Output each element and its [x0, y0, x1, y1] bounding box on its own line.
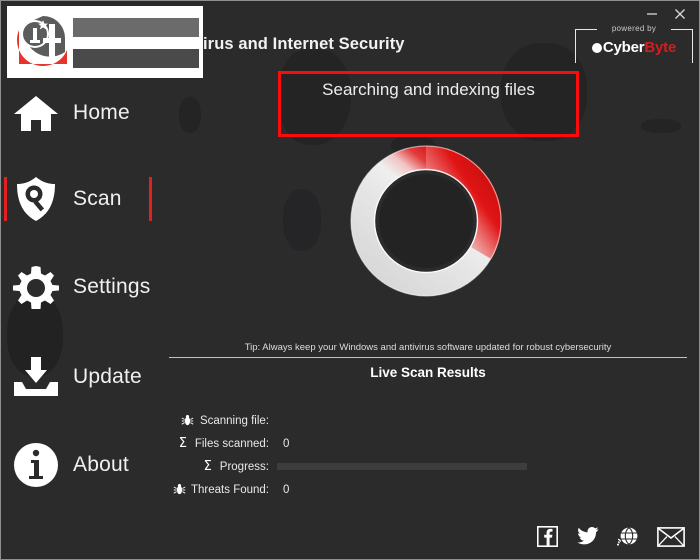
tip-text: Tip: Always keep your Windows and antivi… — [244, 342, 612, 353]
wordmark-cyber: Cyber — [602, 39, 645, 56]
gear-icon — [9, 264, 63, 310]
stat-value-threats-found: 0 — [283, 483, 290, 496]
stat-label: Files scanned: — [194, 437, 269, 450]
sidebar-item-label: Scan — [73, 187, 122, 210]
twitter-icon[interactable] — [576, 526, 599, 547]
sidebar-item-scan[interactable]: Scan — [1, 171, 156, 227]
selection-indicator-left — [4, 177, 7, 221]
sidebar-item-label: Settings — [73, 275, 151, 298]
sidebar-item-home[interactable]: Home — [1, 85, 156, 141]
stat-label: Progress: — [219, 460, 269, 473]
sidebar-item-update[interactable]: Update — [1, 349, 156, 405]
stat-row-threats-found: Threats Found: 0 — [169, 478, 589, 501]
powered-by-badge: powered by CyberByte — [575, 24, 693, 63]
wordmark-byte: Byte — [644, 39, 677, 56]
stat-row-progress: Σ Progress: — [169, 455, 589, 478]
bug-icon — [181, 414, 195, 427]
social-links-bar — [537, 526, 685, 547]
bug-icon — [172, 483, 186, 496]
redacted-text-block — [73, 49, 199, 68]
application-window: irus and Internet Security powered by Cy… — [0, 0, 700, 560]
home-icon — [9, 93, 63, 133]
download-icon — [9, 356, 63, 398]
sigma-icon: Σ — [203, 459, 212, 474]
globe-icon[interactable] — [617, 526, 639, 547]
sidebar-item-about[interactable]: About — [1, 437, 156, 493]
info-icon — [9, 442, 63, 488]
stat-row-scanning-file: Scanning file: — [169, 409, 589, 432]
sigma-icon: Σ — [178, 436, 187, 451]
redacted-text-block — [73, 18, 199, 37]
stat-label: Scanning file: — [199, 414, 269, 427]
cyberbyte-mark-icon — [591, 43, 602, 53]
scan-status-text: Searching and indexing files — [322, 80, 535, 99]
progress-bar — [277, 463, 527, 470]
stat-value-files-scanned: 0 — [283, 437, 290, 450]
sidebar-item-settings[interactable]: Settings — [1, 259, 156, 315]
selection-indicator-right — [149, 177, 152, 221]
shield-scan-icon — [9, 176, 63, 222]
cyberbyte-wordmark: CyberByte — [575, 39, 693, 56]
window-controls — [639, 3, 693, 25]
envelope-icon[interactable] — [657, 526, 685, 547]
background-blob — [283, 189, 321, 251]
scan-progress-ring — [350, 145, 502, 297]
close-button[interactable] — [667, 3, 693, 25]
sidebar-item-label: Update — [73, 365, 142, 388]
scan-stats-list: Scanning file: Σ Files scanned: 0 Σ Prog… — [169, 409, 589, 501]
sidebar: Home Scan Settings Update About — [1, 67, 156, 559]
stat-label: Threats Found: — [191, 483, 269, 496]
sidebar-item-label: About — [73, 453, 129, 476]
powered-by-label: powered by — [611, 24, 657, 33]
live-scan-results-heading: Live Scan Results — [370, 365, 486, 380]
sidebar-item-label: Home — [73, 101, 130, 124]
stat-row-files-scanned: Σ Files scanned: 0 — [169, 432, 589, 455]
status-annotation-box: Searching and indexing files — [278, 71, 579, 137]
section-divider — [169, 357, 687, 358]
brand-logo-icon — [17, 16, 67, 66]
page-title: irus and Internet Security — [203, 35, 405, 53]
background-blob — [641, 119, 681, 133]
facebook-icon[interactable] — [537, 526, 558, 547]
background-blob — [179, 97, 201, 133]
minimize-button[interactable] — [639, 3, 665, 25]
